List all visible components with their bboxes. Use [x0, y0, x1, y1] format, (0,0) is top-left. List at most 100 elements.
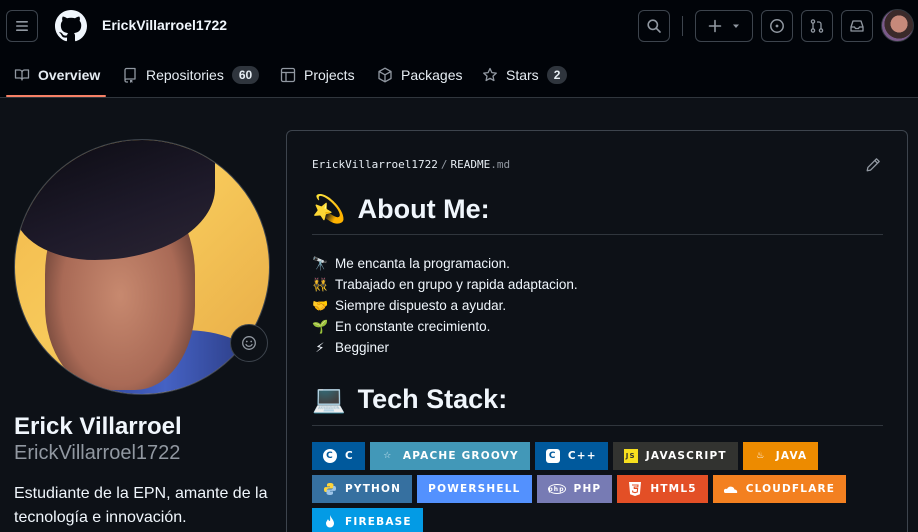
list-item-text: Begginer — [335, 340, 390, 355]
table-icon — [280, 67, 296, 83]
list-item: 👯 Trabajado en grupo y rapida adaptacion. — [312, 274, 578, 295]
breadcrumb-separator: / — [440, 158, 448, 171]
badge-javascript[interactable]: JS JAVASCRIPT — [612, 442, 738, 470]
header-username[interactable]: ErickVillarroel1722 — [102, 17, 227, 33]
triangle-down-icon — [733, 24, 739, 28]
readme-owner-link[interactable]: ErickVillarroel1722 — [312, 158, 438, 171]
inbox-icon — [850, 20, 864, 32]
tech-stack-heading: 💻 Tech Stack: — [312, 383, 507, 415]
pencil-icon — [866, 158, 880, 172]
java-logo-icon: ♨ — [756, 451, 766, 461]
list-item-text: Me encanta la programacion. — [335, 256, 510, 271]
list-item: ⚡ Begginer — [312, 337, 578, 358]
star-icon — [483, 67, 497, 82]
tab-overview[interactable]: Overview — [14, 52, 100, 98]
badge-label: FIREBASE — [345, 516, 412, 528]
list-item-text: En constante crecimiento. — [335, 319, 491, 334]
lightning-icon: ⚡ — [315, 339, 325, 355]
search-icon — [647, 19, 661, 33]
handshake-icon: 🤝 — [312, 297, 329, 313]
menu-button[interactable] — [6, 10, 38, 42]
repo-icon — [124, 67, 136, 83]
inbox-button[interactable] — [841, 10, 873, 42]
readme-file-link[interactable]: README — [450, 158, 490, 171]
javascript-logo-icon: JS — [623, 449, 638, 463]
readme-card: ErickVillarroel1722/README.md 💫 About Me… — [286, 130, 908, 532]
heading-rule — [312, 234, 883, 235]
seedling-icon: 🌱 — [312, 318, 329, 334]
badge-powershell[interactable]: POWERSHELL — [417, 475, 532, 503]
about-heading-text: About Me: — [357, 193, 490, 224]
active-tab-indicator — [6, 95, 106, 97]
badge-c[interactable]: C C — [312, 442, 365, 470]
issues-button[interactable] — [761, 10, 793, 42]
groovy-logo-icon: ☆ — [383, 451, 393, 461]
list-item: 🔭 Me encanta la programacion. — [312, 253, 578, 274]
badge-python[interactable]: PYTHON — [312, 475, 413, 503]
cloudflare-logo-icon — [723, 482, 738, 496]
issue-opened-icon — [770, 19, 784, 33]
badge-label: JAVA — [775, 450, 808, 462]
badge-java[interactable]: ♨ JAVA — [742, 442, 819, 470]
badge-row: PYTHON POWERSHELL php PHP HTML5 CLOUDFLA… — [312, 475, 892, 503]
profile-login: ErickVillarroel1722 — [14, 442, 181, 464]
badge-label: JAVASCRIPT — [645, 450, 727, 462]
tab-stars[interactable]: Stars 2 — [482, 52, 568, 98]
list-item: 🌱 En constante crecimiento. — [312, 316, 578, 337]
c-logo-icon: C — [323, 449, 337, 463]
badge-label: PHP — [573, 483, 602, 495]
firebase-logo-icon — [323, 515, 337, 529]
github-logo[interactable] — [55, 10, 87, 42]
profile-bio: Estudiante de la EPN, amante de la tecno… — [14, 485, 268, 526]
badge-cloudflare[interactable]: CLOUDFLARE — [712, 475, 847, 503]
readme-breadcrumb: ErickVillarroel1722/README.md — [312, 158, 510, 171]
profile-full-name: Erick Villarroel — [14, 413, 182, 440]
badge-row: C C ☆ APACHE GROOVY C C++ JS JAVASCRIPT … — [312, 442, 892, 470]
badge-cpp[interactable]: C C++ — [534, 442, 608, 470]
cpp-logo-icon: C — [545, 449, 560, 463]
plus-icon — [708, 19, 722, 33]
readme-file-ext: .md — [490, 158, 511, 171]
app-header: ErickVillarroel1722 Overview Repositorie… — [0, 0, 918, 98]
tab-packages[interactable]: Packages — [377, 52, 462, 98]
edit-readme-button[interactable] — [865, 157, 883, 175]
heading-rule — [312, 425, 883, 426]
pull-requests-button[interactable] — [801, 10, 833, 42]
badge-label: C++ — [567, 450, 597, 462]
hamburger-icon — [16, 21, 28, 31]
badge-html5[interactable]: HTML5 — [617, 475, 708, 503]
git-pull-request-icon — [810, 19, 824, 33]
package-icon — [378, 67, 392, 83]
list-item-text: Siempre dispuesto a ayudar. — [335, 298, 507, 313]
about-list: 🔭 Me encanta la programacion. 👯 Trabajado … — [312, 253, 578, 358]
tech-stack-heading-text: Tech Stack: — [357, 383, 508, 414]
tab-stars-label: Stars — [506, 67, 539, 83]
dizzy-icon: 💫 — [312, 194, 346, 224]
book-icon — [14, 69, 30, 81]
profile-avatar[interactable] — [14, 139, 270, 395]
badge-label: C — [345, 450, 354, 462]
badge-row: FIREBASE — [312, 508, 892, 532]
tab-overview-label: Overview — [38, 67, 101, 83]
tab-projects-label: Projects — [304, 67, 355, 83]
header-divider — [682, 16, 683, 36]
php-logo-icon: php — [547, 484, 566, 494]
set-status-button[interactable] — [230, 324, 268, 362]
laptop-icon: 💻 — [312, 384, 346, 414]
user-avatar-menu[interactable] — [881, 9, 914, 42]
list-item: 🤝 Siempre dispuesto a ayudar. — [312, 295, 578, 316]
search-button[interactable] — [638, 10, 670, 42]
badge-firebase[interactable]: FIREBASE — [312, 508, 423, 532]
badge-php[interactable]: php PHP — [536, 475, 613, 503]
create-new-button[interactable] — [695, 10, 753, 42]
about-heading: 💫 About Me: — [312, 193, 490, 225]
tab-packages-label: Packages — [401, 67, 463, 83]
tab-projects[interactable]: Projects — [280, 52, 355, 98]
badge-apache-groovy[interactable]: ☆ APACHE GROOVY — [369, 442, 530, 470]
tech-badges: C C ☆ APACHE GROOVY C C++ JS JAVASCRIPT … — [312, 442, 892, 532]
badge-label: PYTHON — [345, 483, 402, 495]
python-logo-icon — [323, 482, 337, 496]
badge-label: HTML5 — [650, 483, 697, 495]
stars-counter: 2 — [546, 66, 568, 84]
tab-repositories[interactable]: Repositories 60 — [122, 52, 260, 98]
